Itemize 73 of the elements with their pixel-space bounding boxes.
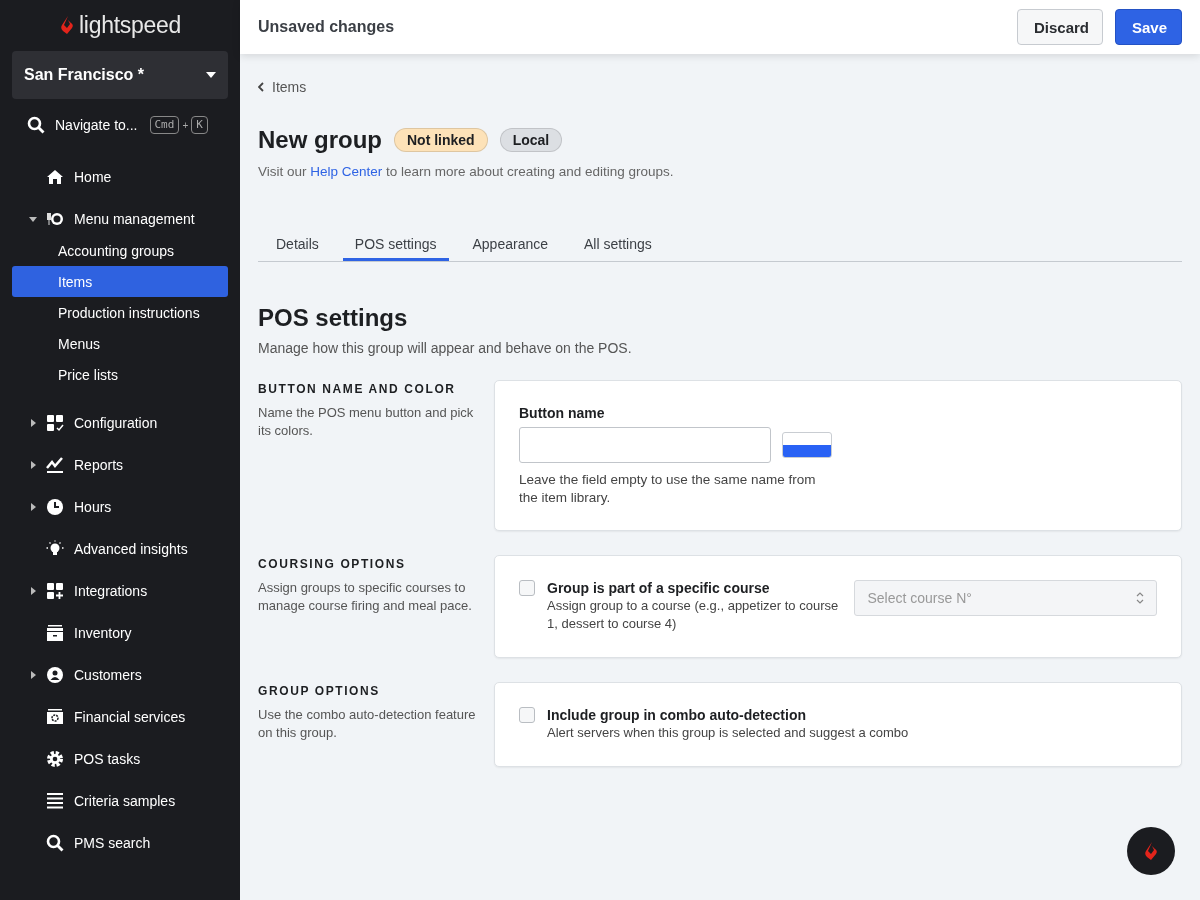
nav-item[interactable]: Advanced insights: [12, 528, 228, 570]
clock-icon: [46, 498, 64, 516]
search-icon: [46, 834, 64, 852]
checkbox-description: Alert servers when this group is selected and suggest a combo: [547, 724, 909, 742]
tab[interactable]: All settings: [572, 229, 664, 261]
nav-item[interactable]: Reports: [12, 444, 228, 486]
help-text: Visit our Help Center to learn more about creating and editing groups.: [258, 164, 675, 179]
nav-subitem[interactable]: Menus: [12, 328, 228, 359]
flame-logo-icon: [1143, 841, 1159, 861]
discard-button[interactable]: Discard: [1017, 9, 1103, 45]
gear-icon: [46, 750, 64, 768]
nav-subitem[interactable]: Production instructions: [12, 297, 228, 328]
flame-logo-icon: [59, 15, 76, 35]
group-heading: GROUP OPTIONS: [258, 684, 381, 698]
drawer-icon: [46, 624, 64, 642]
nav-item[interactable]: Criteria samples: [12, 780, 228, 822]
grid-check-icon: [46, 414, 64, 432]
location-dropdown[interactable]: San Francisco *: [12, 51, 228, 99]
field-label: Button name: [519, 405, 606, 421]
checkbox-label: Include group in combo auto-detection: [547, 707, 807, 723]
plate-icon: [46, 210, 64, 228]
status-badge: Local: [499, 128, 563, 152]
grid-plus-icon: [46, 582, 64, 600]
nav-item[interactable]: Hours: [12, 486, 228, 528]
group-heading: COURSING OPTIONS: [258, 557, 407, 571]
nav-item[interactable]: Configuration: [12, 402, 228, 444]
nav-item[interactable]: Home: [12, 156, 228, 198]
navigate-link[interactable]: Navigate to...: [55, 117, 138, 133]
nav-item[interactable]: Inventory: [12, 612, 228, 654]
list-lines-icon: [46, 792, 64, 810]
checkbox[interactable]: [519, 580, 535, 596]
keyboard-key: K: [191, 116, 208, 134]
nav-item[interactable]: POS tasks: [12, 738, 228, 780]
updown-chevron-icon: [1136, 592, 1144, 604]
page-title: New group: [258, 126, 382, 154]
group-description: Name the POS menu button and pick its colors.: [258, 404, 475, 440]
status-badge: Not linked: [394, 128, 488, 152]
nav-item[interactable]: Customers: [12, 654, 228, 696]
section-title: POS settings: [258, 304, 409, 332]
help-center-link[interactable]: Help Center: [310, 164, 383, 179]
chart-line-icon: [46, 456, 64, 474]
tab[interactable]: POS settings: [342, 229, 449, 261]
color-swatch[interactable]: [782, 432, 832, 458]
nav-item[interactable]: Financial services: [12, 696, 228, 738]
caret-down-icon: [206, 72, 216, 78]
checkbox-label: Group is part of a specific course: [547, 580, 771, 596]
tab[interactable]: Details: [264, 229, 331, 261]
lightbulb-icon: [46, 540, 64, 558]
plus-sign: +: [182, 119, 189, 131]
nav-subitem[interactable]: Items: [12, 266, 228, 297]
search-icon: [27, 116, 45, 134]
save-button[interactable]: Save: [1115, 9, 1182, 45]
group-description: Use the combo auto-detection feature on this group.: [258, 706, 477, 742]
nav-item[interactable]: PMS search: [12, 822, 228, 864]
group-heading: BUTTON NAME AND COLOR: [258, 382, 457, 396]
checkbox-description: Assign group to a course (e.g., appetizer to course 1, dessert to course 4): [547, 597, 839, 633]
help-chat-button[interactable]: [1127, 827, 1175, 875]
field-hint: Leave the field empty to use the same name from the item library.: [519, 471, 817, 507]
page-status-title: Unsaved changes: [258, 18, 395, 36]
keyboard-key: Cmd: [149, 116, 180, 134]
chevron-left-icon: [258, 82, 264, 92]
nav-item[interactable]: Integrations: [12, 570, 228, 612]
checkbox[interactable]: [519, 707, 535, 723]
nav-subitem[interactable]: Price lists: [12, 359, 228, 390]
person-circle-icon: [46, 666, 64, 684]
home-icon: [46, 168, 64, 186]
tab[interactable]: Appearance: [460, 229, 560, 261]
button-name-field[interactable]: [519, 427, 771, 463]
section-subtitle: Manage how this group will appear and behave on the POS.: [258, 340, 633, 356]
breadcrumb-link[interactable]: Items: [272, 79, 307, 95]
banknote-icon: [46, 708, 64, 726]
group-description: Assign groups to specific courses to manage course firing and meal pace.: [258, 579, 473, 615]
brand-name: lightspeed: [79, 11, 181, 39]
